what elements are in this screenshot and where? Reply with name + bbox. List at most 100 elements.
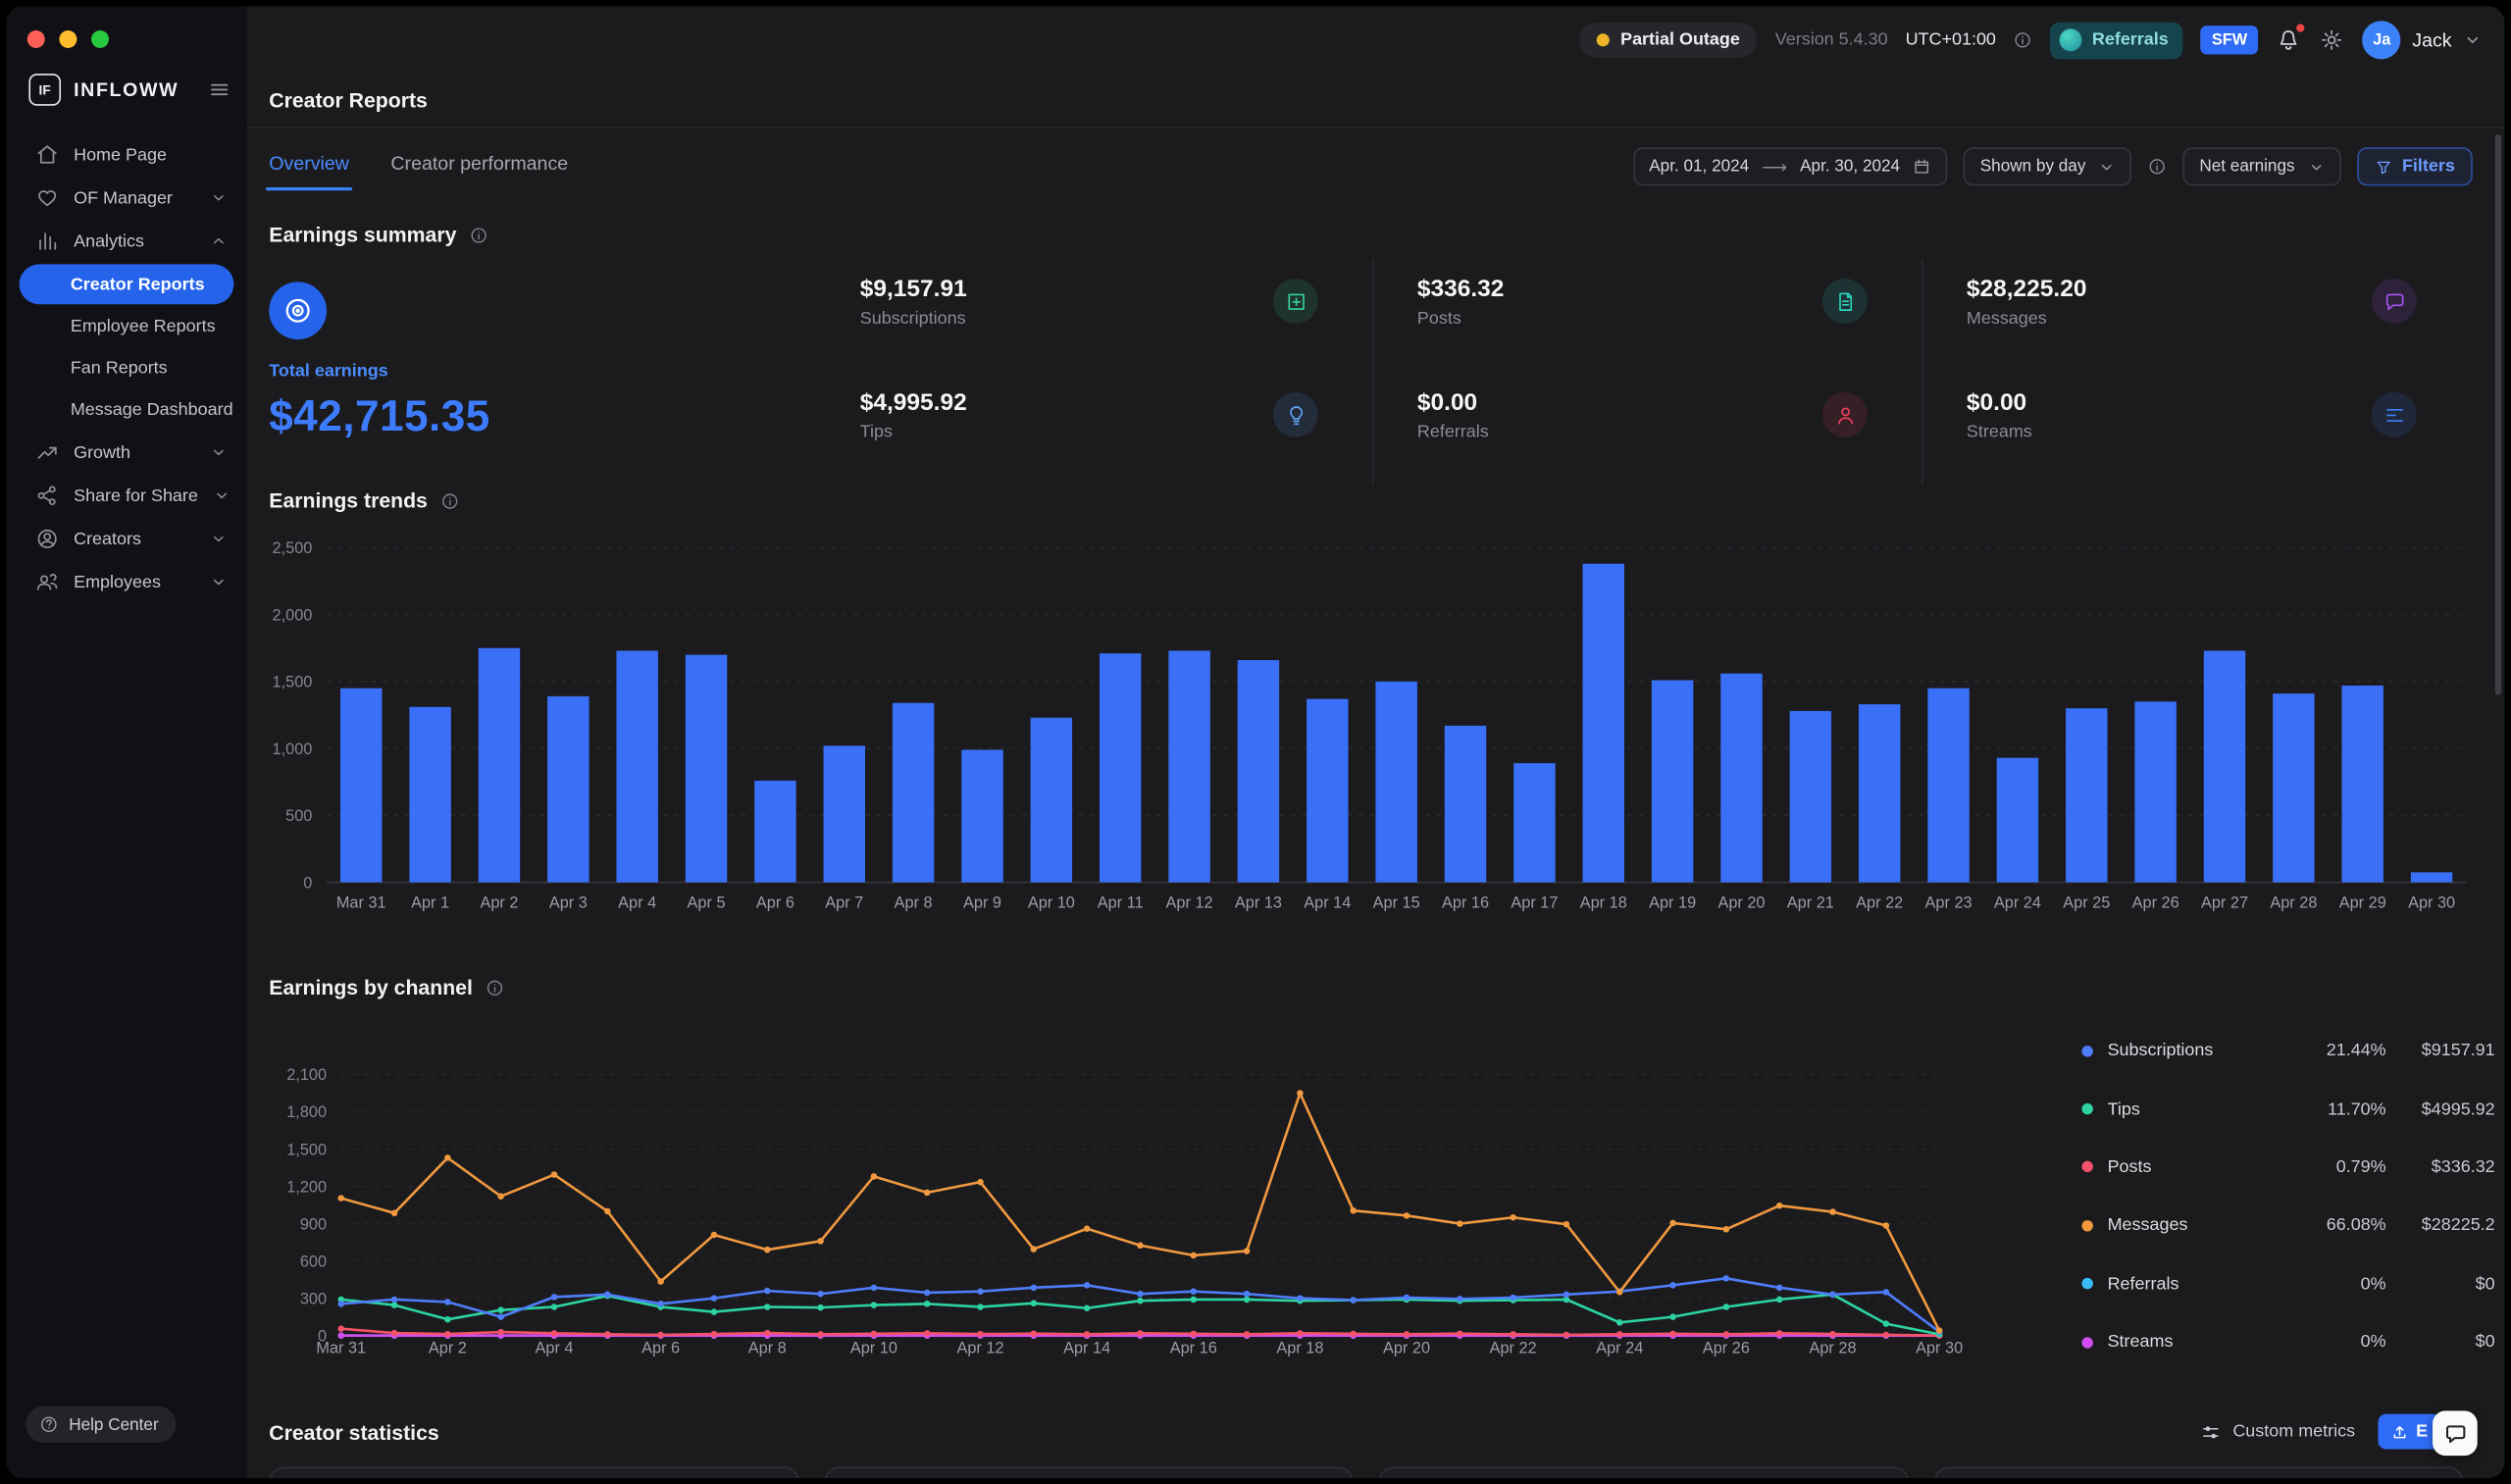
legend-item-streams[interactable]: Streams0%$0	[2081, 1313, 2494, 1371]
bar-apr-24[interactable]	[1997, 758, 2038, 883]
svg-text:Apr 29: Apr 29	[2339, 895, 2386, 912]
bar-apr-26[interactable]	[2134, 701, 2176, 882]
summary-columns: $9,157.91Subscriptions$4,995.92Tips$336.…	[860, 259, 2473, 484]
legend-series-name: Posts	[2108, 1157, 2297, 1177]
bar-apr-5[interactable]	[686, 655, 727, 883]
legend-series-total: $4995.92	[2386, 1100, 2495, 1119]
bar-apr-6[interactable]	[754, 781, 795, 883]
of-manager-icon	[35, 185, 59, 209]
filters-button[interactable]: Filters	[2357, 147, 2473, 185]
sidebar-item-of-manager[interactable]: OF Manager	[7, 177, 247, 220]
bar-apr-13[interactable]	[1238, 660, 1279, 883]
info-icon[interactable]	[440, 490, 460, 510]
svg-text:Apr 6: Apr 6	[756, 895, 794, 912]
sidebar-item-message-dashboard[interactable]: Message Dashboard	[20, 389, 234, 430]
bar-mar-31[interactable]	[340, 689, 382, 883]
total-earnings-value: $42,715.35	[269, 392, 859, 442]
metric-value: $0.00	[1967, 389, 2032, 417]
bar-apr-18[interactable]	[1583, 564, 1624, 883]
bar-apr-17[interactable]	[1513, 763, 1555, 882]
brand-name: INFLOWW	[74, 78, 195, 101]
svg-text:Apr 1: Apr 1	[411, 895, 449, 912]
notifications-button[interactable]	[2277, 27, 2302, 53]
bar-apr-9[interactable]	[961, 749, 1002, 882]
settings-button[interactable]	[2320, 27, 2345, 53]
svg-text:600: 600	[300, 1253, 327, 1270]
legend-item-tips[interactable]: Tips11.70%$4995.92	[2081, 1080, 2494, 1138]
close-window-button[interactable]	[27, 30, 45, 48]
scrollbar[interactable]	[2495, 134, 2502, 694]
metric-messages: $28,225.20Messages	[1967, 276, 2417, 329]
zoom-window-button[interactable]	[91, 30, 109, 48]
user-menu[interactable]: Ja Jack	[2363, 21, 2483, 59]
sidebar-item-employees[interactable]: Employees	[7, 560, 247, 603]
bar-apr-10[interactable]	[1031, 718, 1072, 883]
sidebar-item-analytics[interactable]: Analytics	[7, 220, 247, 263]
creator-stat-card	[1379, 1467, 1909, 1478]
date-range-picker[interactable]: Apr. 01, 2024 ⟶ Apr. 30, 2024	[1633, 147, 1948, 185]
svg-text:Apr 21: Apr 21	[1787, 895, 1834, 912]
bar-apr-2[interactable]	[479, 648, 520, 883]
bar-apr-22[interactable]	[1859, 704, 1900, 883]
bar-apr-27[interactable]	[2204, 650, 2245, 882]
bar-apr-20[interactable]	[1720, 674, 1762, 883]
legend-item-messages[interactable]: Messages66.08%$28225.2	[2081, 1197, 2494, 1254]
bar-apr-11[interactable]	[1100, 653, 1141, 882]
svg-text:Apr 22: Apr 22	[1856, 895, 1903, 912]
sidebar-item-creator-reports[interactable]: Creator Reports	[20, 264, 234, 304]
legend-series-name: Tips	[2108, 1100, 2297, 1119]
collapse-sidebar-icon[interactable]	[208, 78, 231, 101]
bar-apr-28[interactable]	[2273, 693, 2314, 882]
bar-apr-14[interactable]	[1307, 699, 1348, 883]
bar-apr-1[interactable]	[409, 707, 450, 883]
sidebar-item-home-page[interactable]: Home Page	[7, 133, 247, 177]
help-center-button[interactable]: Help Center	[26, 1406, 177, 1443]
bar-apr-3[interactable]	[547, 696, 589, 883]
bar-apr-4[interactable]	[616, 650, 657, 882]
bar-apr-16[interactable]	[1445, 726, 1486, 883]
chat-launcher-button[interactable]	[2433, 1410, 2478, 1456]
tab-creator-performance[interactable]: Creator performance	[390, 152, 568, 190]
legend-item-referrals[interactable]: Referrals0%$0	[2081, 1254, 2494, 1312]
sidebar-item-share-for-share[interactable]: Share for Share	[7, 474, 247, 517]
bar-apr-21[interactable]	[1790, 711, 1831, 883]
svg-text:Apr 2: Apr 2	[429, 1340, 467, 1357]
bar-apr-12[interactable]	[1168, 650, 1209, 882]
brand-row: IF INFLOWW	[7, 71, 247, 109]
shown-by-select[interactable]: Shown by day	[1964, 147, 2131, 185]
export-button[interactable]: E	[2378, 1414, 2440, 1450]
svg-text:Apr 28: Apr 28	[2270, 895, 2317, 912]
bar-apr-23[interactable]	[1927, 689, 1969, 883]
legend-item-posts[interactable]: Posts0.79%$336.32	[2081, 1138, 2494, 1196]
minimize-window-button[interactable]	[59, 30, 77, 48]
info-icon[interactable]	[486, 978, 505, 998]
bar-apr-29[interactable]	[2342, 686, 2383, 883]
sidebar-item-employee-reports[interactable]: Employee Reports	[20, 306, 234, 346]
legend-item-subscriptions[interactable]: Subscriptions21.44%$9157.91	[2081, 1022, 2494, 1080]
window-controls	[27, 30, 109, 48]
referrals-button[interactable]: Referrals	[2050, 22, 2182, 59]
sidebar-item-fan-reports[interactable]: Fan Reports	[20, 347, 234, 387]
svg-text:Apr 20: Apr 20	[1717, 895, 1765, 912]
bar-apr-7[interactable]	[824, 745, 865, 882]
bar-apr-15[interactable]	[1375, 682, 1416, 883]
bar-apr-19[interactable]	[1652, 680, 1693, 882]
sidebar-item-growth[interactable]: Growth	[7, 431, 247, 474]
tab-overview[interactable]: Overview	[269, 152, 349, 190]
bar-apr-25[interactable]	[2066, 708, 2107, 882]
export-icon	[2390, 1423, 2408, 1441]
info-icon[interactable]	[469, 225, 488, 244]
bar-apr-8[interactable]	[893, 703, 934, 883]
metric-select[interactable]: Net earnings	[2183, 147, 2341, 185]
posts-icon	[1822, 279, 1868, 324]
chevron-up-icon	[210, 232, 228, 250]
page-title: Creator Reports	[269, 88, 428, 112]
sfw-badge[interactable]: SFW	[2200, 26, 2258, 54]
svg-text:Apr 24: Apr 24	[1994, 895, 2041, 912]
sidebar-item-creators[interactable]: Creators	[7, 517, 247, 560]
info-icon[interactable]	[2014, 30, 2033, 50]
bar-apr-30[interactable]	[2411, 872, 2452, 882]
custom-metrics-button[interactable]: Custom metrics	[2201, 1421, 2355, 1442]
status-badge[interactable]: Partial Outage	[1579, 23, 1758, 58]
info-icon[interactable]	[2148, 157, 2168, 177]
